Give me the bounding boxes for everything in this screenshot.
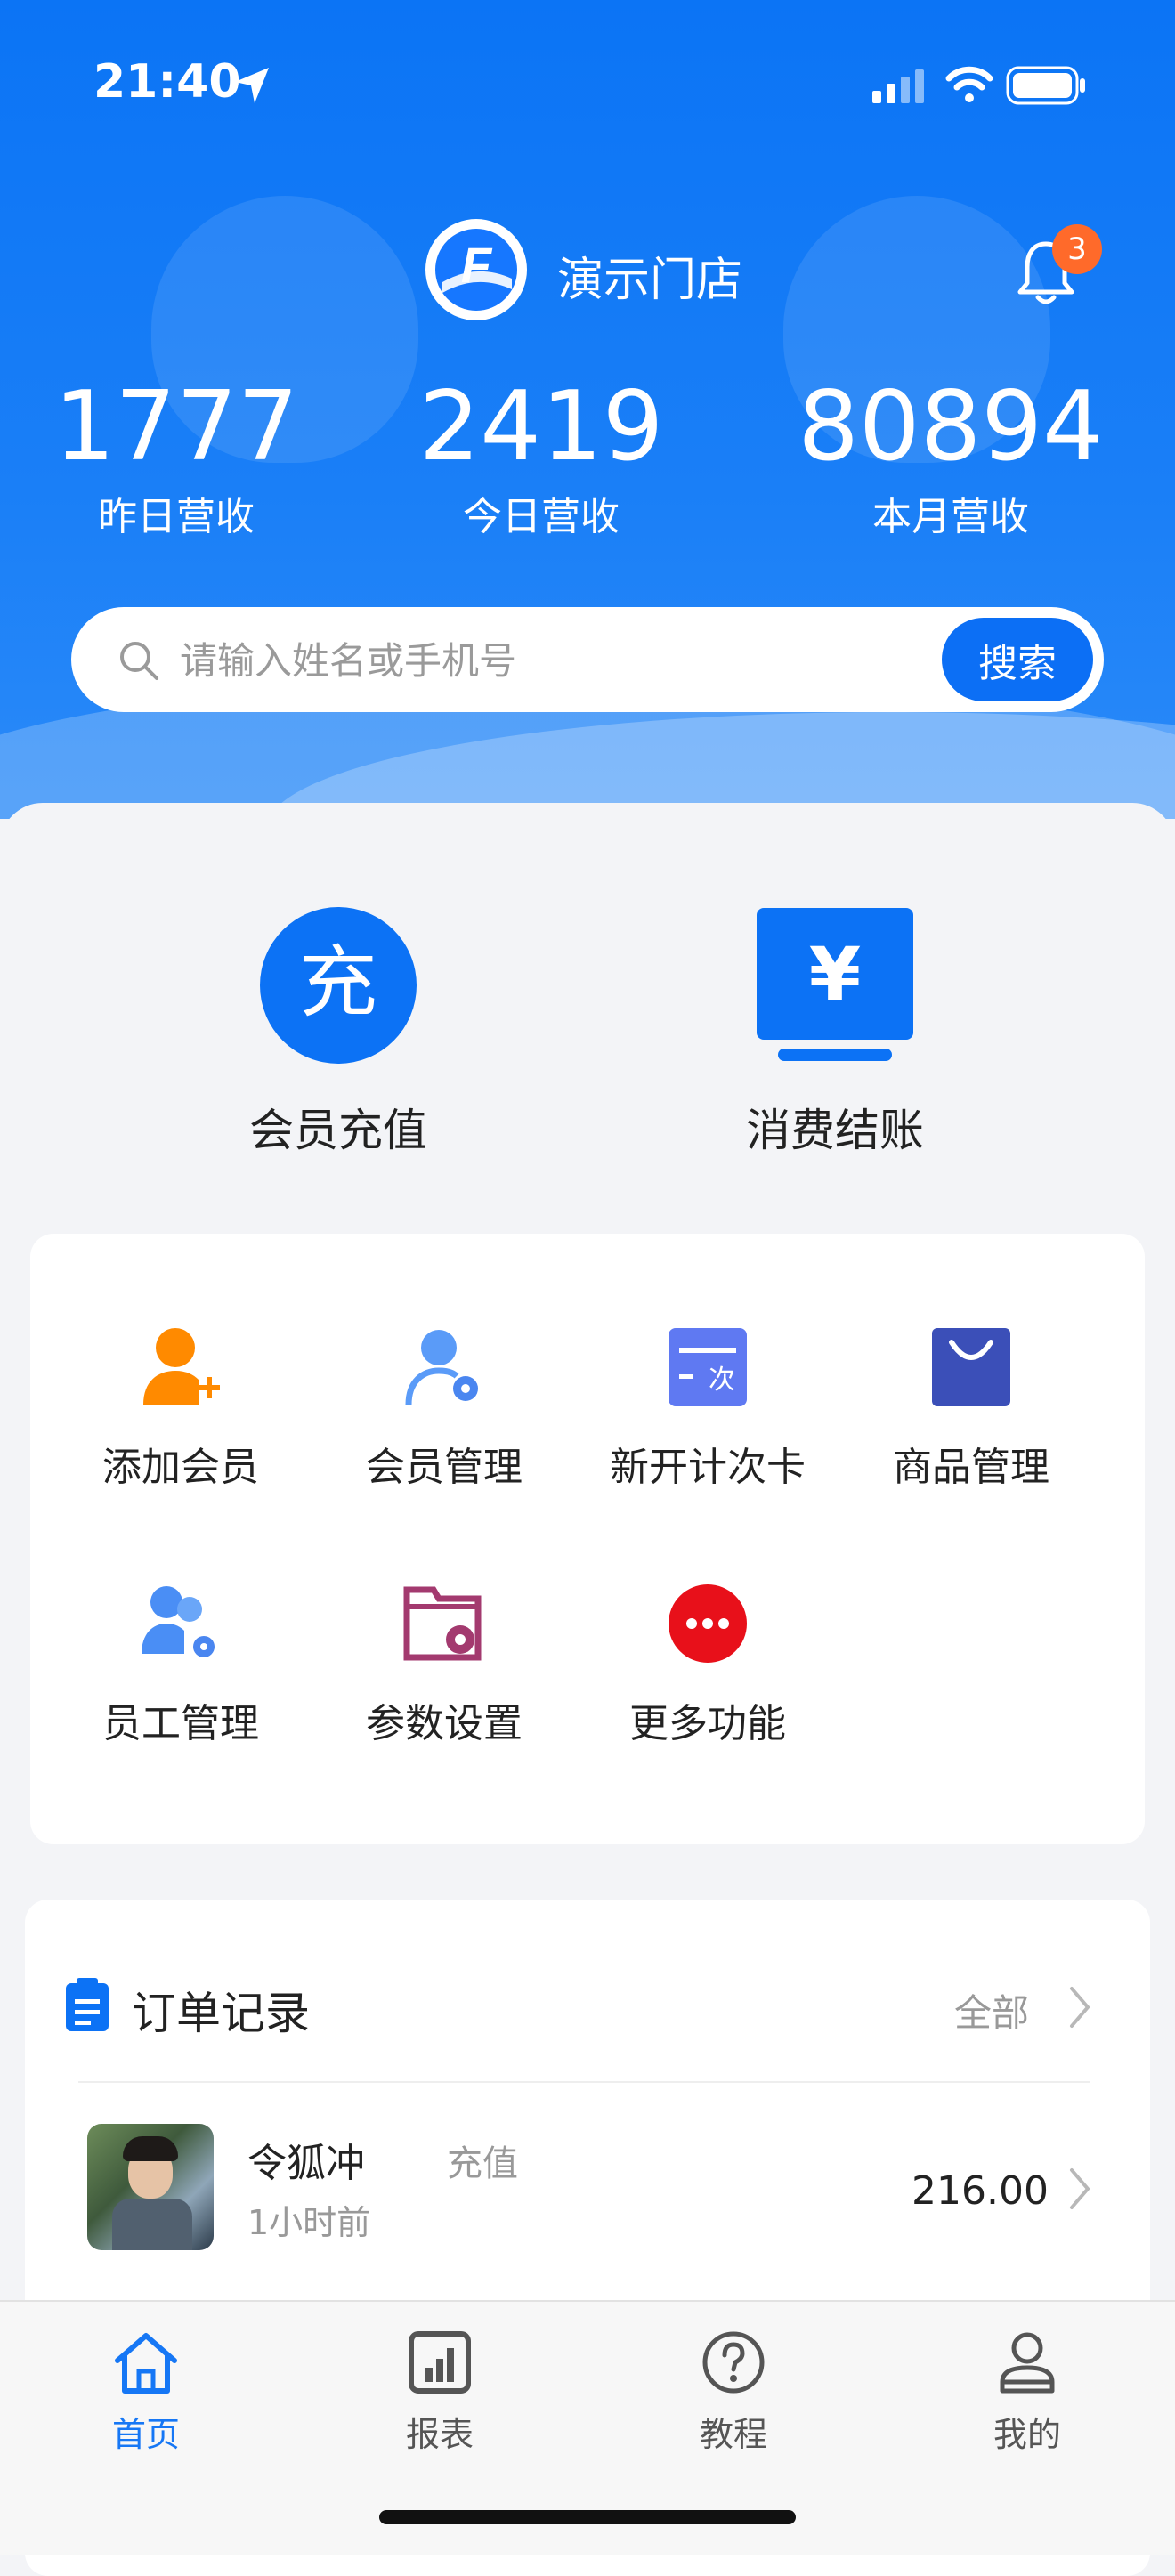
home-icon [115, 2333, 177, 2394]
more-icon [669, 1584, 747, 1663]
stat-label: 今日营收 [463, 494, 620, 539]
location-arrow-icon [235, 68, 269, 103]
grid-item-member-manage[interactable]: 会员管理 [315, 1326, 573, 1492]
bar-chart-icon [409, 2331, 471, 2394]
count-card-icon: 次 [669, 1328, 747, 1406]
order-records-title: 订单记录 [132, 1988, 310, 2039]
checkout-monitor-icon: ¥ [757, 908, 913, 1061]
battery-icon [1006, 66, 1085, 105]
store-logo-icon: F [435, 229, 517, 311]
grid-item-settings[interactable]: 参数设置 [315, 1583, 573, 1748]
store-name: 演示门店 [557, 254, 743, 307]
yen-glyph: ¥ [809, 931, 861, 1018]
add-user-icon [143, 1328, 220, 1405]
view-all-link[interactable]: 全部 [954, 1983, 1029, 2037]
grid-item-label: 会员管理 [366, 1445, 523, 1490]
member-recharge-button[interactable]: 充 会员充值 [160, 906, 516, 1159]
recharge-icon: 充 [260, 907, 417, 1064]
grid-item-label: 添加会员 [102, 1445, 259, 1490]
stat-value: 2419 [418, 371, 664, 482]
grid-item-add-member[interactable]: 添加会员 [52, 1326, 310, 1492]
member-settings-icon [405, 1330, 478, 1405]
shopping-bag-icon [932, 1328, 1010, 1406]
stat-month: 80894 本月营收 [790, 374, 1111, 541]
tab-label: 教程 [699, 2415, 767, 2454]
tab-label: 报表 [405, 2415, 474, 2454]
stat-value: 1777 [53, 371, 299, 482]
avatar [87, 2124, 214, 2250]
search-button[interactable]: 搜索 [942, 618, 1093, 701]
stat-yesterday: 1777 昨日营收 [16, 374, 336, 541]
home-indicator [379, 2510, 796, 2524]
clipboard-icon [66, 1978, 109, 2031]
wifi-icon [945, 66, 993, 102]
tab-label: 首页 [111, 2415, 180, 2454]
order-row[interactable]: 令狐冲 充值 1小时前 216.00 [25, 2095, 1150, 2256]
search-bar: 搜索 [71, 607, 1104, 712]
grid-item-count-card[interactable]: 次 新开计次卡 [579, 1326, 837, 1492]
header: 21:40 F 演示门店 3 1777 昨日营收 2419 今日营收 80894… [0, 0, 1175, 819]
grid-item-staff-manage[interactable]: 员工管理 [52, 1583, 310, 1748]
store-logo: F [425, 219, 527, 320]
search-icon [120, 642, 158, 680]
tab-label: 我的 [993, 2415, 1061, 2454]
order-time: 1小时前 [247, 2203, 371, 2242]
grid-item-product-manage[interactable]: 商品管理 [842, 1326, 1100, 1492]
chevron-right-icon [1070, 2168, 1090, 2209]
count-card-glyph: 次 [709, 1365, 735, 1396]
chevron-right-icon[interactable] [1066, 1985, 1093, 2029]
checkout-button[interactable]: ¥ 消费结账 [657, 906, 1013, 1159]
notification-badge: 3 [1052, 224, 1102, 274]
search-input[interactable] [178, 627, 965, 694]
grid-item-label: 更多功能 [629, 1701, 786, 1746]
help-circle-icon [702, 2331, 765, 2394]
function-grid: 添加会员 会员管理 次 新开计次卡 商品管理 员工管理 参数设置 更多功能 [30, 1234, 1145, 1844]
staff-icon [142, 1586, 215, 1657]
recharge-glyph: 充 [299, 936, 377, 1028]
grid-item-more[interactable]: 更多功能 [579, 1583, 837, 1748]
stat-label: 昨日营收 [98, 494, 255, 539]
member-recharge-label: 会员充值 [249, 1105, 427, 1156]
tab-home[interactable]: 首页 [57, 2329, 235, 2456]
folder-gear-icon [403, 1586, 482, 1661]
order-customer-name: 令狐冲 [247, 2141, 365, 2186]
svg-text:F: F [461, 237, 493, 293]
signal-icon [872, 69, 924, 103]
user-icon [1000, 2332, 1055, 2394]
grid-item-label: 参数设置 [366, 1701, 523, 1746]
stat-label: 本月营收 [872, 494, 1029, 539]
status-time: 21:40 [93, 55, 241, 109]
tab-profile[interactable]: 我的 [938, 2329, 1116, 2456]
grid-item-label: 员工管理 [102, 1701, 259, 1746]
stat-value: 80894 [798, 371, 1104, 482]
grid-item-label: 新开计次卡 [610, 1445, 806, 1490]
tab-reports[interactable]: 报表 [351, 2329, 529, 2456]
tab-tutorial[interactable]: 教程 [644, 2329, 822, 2456]
stat-today: 2419 今日营收 [381, 374, 701, 541]
divider [78, 2081, 1090, 2083]
order-amount: 216.00 [912, 2168, 1049, 2214]
checkout-label: 消费结账 [746, 1105, 924, 1156]
order-type: 充值 [447, 2143, 518, 2184]
grid-item-label: 商品管理 [893, 1445, 1049, 1490]
